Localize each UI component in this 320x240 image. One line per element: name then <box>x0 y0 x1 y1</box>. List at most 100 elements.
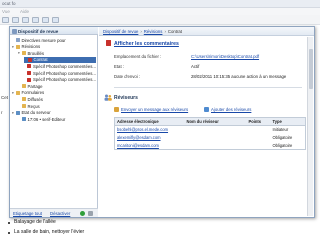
expand-toggle-icon[interactable]: ▾ <box>12 45 15 49</box>
reviewers-section-title: Réviseurs <box>114 95 138 101</box>
reviewer-email-cell[interactable]: alexemifly@esdam.com <box>115 134 185 142</box>
reviewers-table: Adresse électronique Nom du réviseur Poi… <box>114 117 306 150</box>
new-doc-icon[interactable] <box>2 17 9 23</box>
breadcrumb: Dispositif de revue › Révisions › Contra… <box>99 27 314 36</box>
pdf-icon <box>28 57 32 62</box>
mail-icon[interactable] <box>42 17 49 23</box>
reviewer-points-cell <box>247 134 271 142</box>
tree-item-label: Formulaires <box>21 90 45 96</box>
bullet <box>8 232 10 234</box>
background-menu-item[interactable]: Aide <box>20 9 29 14</box>
column-header-name[interactable]: Nom du réviseur <box>184 117 247 126</box>
tree-footer: Etiquetage tout Désactiver <box>10 208 98 217</box>
status-ok-icon[interactable] <box>80 210 85 216</box>
pdf-icon <box>27 71 32 75</box>
tree-header-label: Dispositif de revue <box>18 28 59 34</box>
table-header-row: Adresse électronique Nom du réviseur Poi… <box>114 117 306 126</box>
tree-item-label: 17:06 • serif-Editeur <box>27 116 66 122</box>
folder-icon <box>16 44 20 49</box>
state-label: Etat : <box>114 64 125 69</box>
tree-item[interactable]: Spécif Photoshop commentées... <box>24 70 96 76</box>
reviewer-type-cell: Obligatoire <box>272 142 293 148</box>
table-row[interactable]: alexemifly@esdam.com Obligatoire <box>115 134 306 142</box>
folder-icon <box>22 84 26 89</box>
document-line: La salle de bain, nettoyer l'évier <box>14 229 85 235</box>
breadcrumb-separator: › <box>164 28 166 34</box>
file-location-value[interactable]: C:\Users\rimon\Desktop\Contrat.pdf <box>191 54 259 59</box>
table-row[interactable]: bsobehl@pros.el.mede.com Initiateur <box>115 126 306 134</box>
message-reviewers-action[interactable]: Envoyer un message aux réviseurs <box>114 107 188 112</box>
reviewer-type-cell: Obligatoire <box>272 135 293 140</box>
reviewer-email-cell[interactable]: bsobehl@pros.el.mede.com <box>115 126 185 134</box>
table-row[interactable]: mcaritoni@esdam.com Obligatoire <box>115 142 306 150</box>
tree-item-label: Partage <box>27 83 43 89</box>
add-reviewers-link[interactable]: Ajouter des réviseurs <box>211 107 251 112</box>
trash-icon[interactable] <box>88 210 93 216</box>
reviewer-points-cell <box>247 126 271 134</box>
tree-item-label: Diffusés <box>27 96 43 102</box>
send-date-value: 28/02/2011 10:15:35 aucune action à un m… <box>191 74 287 79</box>
reviewers-icon <box>104 94 112 101</box>
background-toolbar <box>0 15 320 25</box>
tree-item[interactable]: Reçus <box>18 103 96 109</box>
tree-item[interactable]: ▾ Formulaires <box>12 90 96 96</box>
tree-item-label: Révisions <box>21 44 41 50</box>
tree-item[interactable]: Contrat <box>24 56 96 63</box>
scrollbar-thumb[interactable] <box>309 49 313 89</box>
navigation-tree: Dispositif de revue Directives mesure po… <box>10 27 98 217</box>
reviewer-type-cell: Initiateur <box>272 127 289 133</box>
bullet <box>8 222 10 224</box>
column-header-points[interactable]: Points <box>246 117 271 126</box>
background-doc-fragment: Cet <box>1 95 9 100</box>
tree-header: Dispositif de revue <box>10 27 98 35</box>
message-reviewers-link[interactable]: Envoyer un message aux réviseurs <box>121 107 188 112</box>
pdf-icon <box>27 77 32 82</box>
folder-icon <box>16 90 20 95</box>
expand-toggle-icon[interactable]: ▾ <box>12 111 15 115</box>
vertical-scrollbar[interactable] <box>307 37 313 216</box>
column-header-email[interactable]: Adresse électronique <box>114 117 185 126</box>
tree-item[interactable]: Spécif Photoshop commentées... <box>24 63 96 69</box>
reviewer-email-cell[interactable]: mcaritoni@esdam.com <box>115 142 185 150</box>
section-divider <box>114 87 302 88</box>
details-pane: Dispositif de revue › Révisions › Contra… <box>99 27 314 217</box>
breadcrumb-root-link[interactable]: Dispositif de revue <box>103 29 138 34</box>
open-icon[interactable] <box>12 17 19 23</box>
save-icon[interactable] <box>22 17 29 23</box>
background-menu-item[interactable]: Vue <box>2 9 10 14</box>
column-header-type[interactable]: Type <box>270 117 306 126</box>
file-location-label: Emplacement du fichier : <box>114 54 162 59</box>
folder-icon <box>22 97 26 102</box>
tree-item-label: Spécif Photoshop commentées... <box>32 70 96 76</box>
state-value: Actif <box>191 64 200 69</box>
tree-item[interactable]: Directives mesure pour <box>12 37 96 43</box>
tree-item[interactable]: Spécif Photoshop commentées... <box>24 77 96 83</box>
breadcrumb-current: Contrat <box>167 28 182 34</box>
tree-item[interactable]: 17:06 • serif-Editeur <box>18 116 96 122</box>
add-reviewers-action[interactable]: Ajouter des réviseurs <box>204 107 251 112</box>
tree-item[interactable]: Diffusés <box>18 96 96 102</box>
deactivate-link[interactable]: Désactiver <box>50 211 70 216</box>
tree-item-label: Contrat <box>33 57 48 63</box>
add-user-icon <box>204 107 209 112</box>
show-comments-link[interactable]: Afficher les commentaires <box>114 41 179 47</box>
reviewer-name-cell <box>185 126 247 134</box>
tree-item[interactable]: Partage <box>18 83 96 89</box>
tree-item[interactable]: ▾ Etat du serveur <box>12 110 96 116</box>
print-icon[interactable] <box>32 17 39 23</box>
tag-all-link[interactable]: Etiquetage tout <box>13 211 42 216</box>
tree-item[interactable]: ▾ Révisions <box>12 44 96 50</box>
expand-toggle-icon[interactable]: ▾ <box>12 91 15 95</box>
cut-icon[interactable] <box>52 17 59 23</box>
folder-icon <box>22 51 26 56</box>
tree-item[interactable]: ▾ Brouillés <box>18 50 96 56</box>
breadcrumb-separator: › <box>140 28 142 34</box>
breadcrumb-revisions-link[interactable]: Révisions <box>144 29 163 34</box>
reviewer-points-cell <box>247 142 271 150</box>
tree-item-label: Etat du serveur <box>21 110 51 116</box>
reviewer-name-cell <box>185 134 247 142</box>
server-icon <box>22 117 26 122</box>
document-line: Balayage de l'allée <box>14 219 56 225</box>
expand-toggle-icon[interactable]: ▾ <box>18 51 21 55</box>
background-doc-fragment: r <box>1 110 3 115</box>
